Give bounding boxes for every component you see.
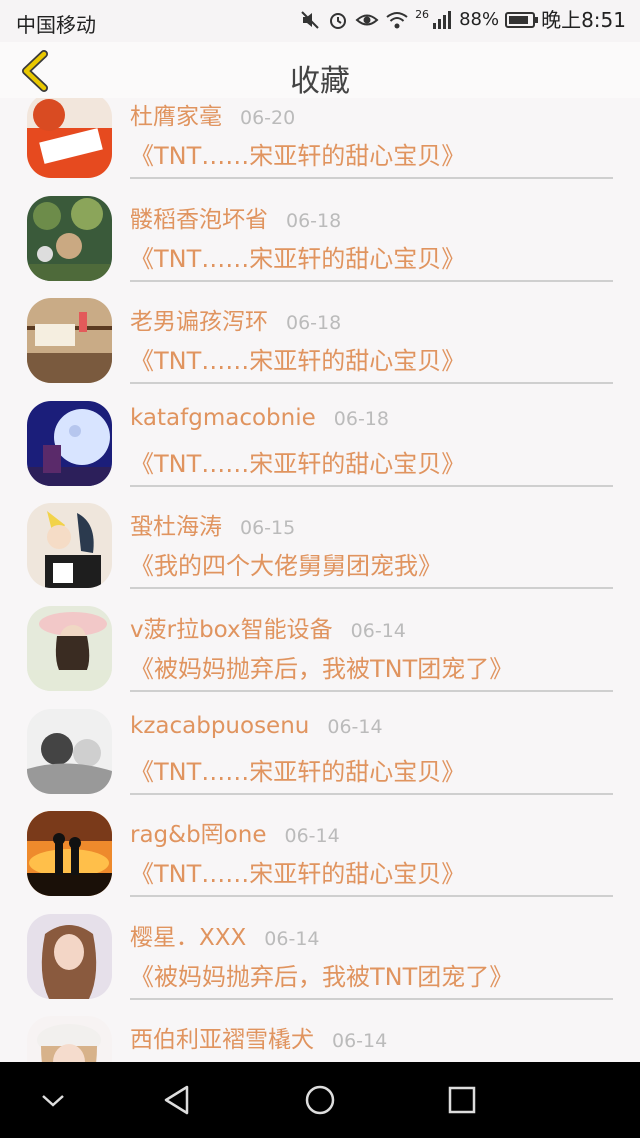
avatar[interactable] bbox=[27, 913, 112, 999]
user-name-text: 蛩杜海涛 bbox=[130, 514, 222, 541]
home-nav-button[interactable] bbox=[300, 1080, 340, 1120]
battery-icon bbox=[505, 12, 539, 28]
favorite-item[interactable]: v菠r拉box智能设备 06-14 《被妈妈抛弃后，我被TNT团宠了》 bbox=[0, 587, 640, 692]
favorite-item[interactable]: rag&b罔one 06-14 《TNT……宋亚轩的甜心宝贝》 bbox=[0, 792, 640, 898]
avatar-image bbox=[27, 98, 112, 178]
user-name[interactable]: katafgmacobnie 06-18 bbox=[130, 405, 389, 431]
avatar-image bbox=[27, 503, 112, 589]
book-title[interactable]: 《TNT……宋亚轩的甜心宝贝》 bbox=[130, 752, 465, 787]
avatar[interactable] bbox=[27, 605, 112, 691]
favorites-list[interactable]: 杜膺家毫 06-20 《TNT……宋亚轩的甜心宝贝》 髅稻香泡坏省 06-18 《TNT…… bbox=[0, 98, 640, 1062]
circle-home-icon bbox=[305, 1085, 335, 1115]
user-name[interactable]: 杜膺家毫 06-20 bbox=[130, 98, 295, 131]
user-name[interactable]: 樱星．XXX 06-14 bbox=[130, 918, 320, 952]
user-name-text: v菠r拉box智能设备 bbox=[130, 616, 333, 643]
user-name[interactable]: 西伯利亚褶雪橇犬 06-14 bbox=[130, 1020, 387, 1054]
user-name[interactable]: rag&b罔one 06-14 bbox=[130, 815, 340, 849]
carrier-name: 中国移动 bbox=[16, 13, 96, 37]
book-title[interactable]: 《TNT……宋亚轩的甜心宝贝》 bbox=[130, 854, 465, 889]
book-title[interactable]: 《我的四个大佬舅舅团宠我》 bbox=[130, 546, 442, 581]
clock: 晚上8:51 bbox=[541, 8, 626, 32]
avatar[interactable] bbox=[27, 98, 112, 178]
favorite-date: 06-18 bbox=[333, 407, 389, 430]
book-title[interactable]: 《TNT……宋亚轩的甜心宝贝》 bbox=[130, 444, 465, 479]
avatar[interactable] bbox=[27, 708, 112, 794]
eye-comfort-icon bbox=[355, 14, 379, 26]
avatar-image bbox=[27, 811, 112, 897]
favorite-date: 06-14 bbox=[350, 619, 406, 642]
favorite-date: 06-14 bbox=[327, 715, 383, 738]
avatar-image bbox=[27, 708, 112, 794]
user-name-text: kzacabpuosenu bbox=[130, 712, 310, 739]
battery-percent: 88% bbox=[459, 9, 500, 30]
chevron-down-icon bbox=[42, 1095, 64, 1107]
favorite-date: 06-14 bbox=[332, 1030, 388, 1053]
recents-nav-button[interactable] bbox=[442, 1080, 482, 1120]
favorite-item[interactable]: kzacabpuosenu 06-14 《TNT……宋亚轩的甜心宝贝》 bbox=[0, 690, 640, 795]
favorite-date: 06-18 bbox=[286, 312, 342, 335]
user-name-text: 老男谝孩泻环 bbox=[130, 309, 268, 336]
avatar[interactable] bbox=[27, 503, 112, 589]
favorite-date: 06-15 bbox=[240, 517, 296, 540]
mute-icon bbox=[301, 11, 319, 29]
page-title: 收藏 bbox=[290, 64, 350, 99]
avatar-image bbox=[27, 913, 112, 999]
book-title[interactable]: 《TNT……宋亚轩的甜心宝贝》 bbox=[130, 136, 465, 171]
network-type: 26 bbox=[415, 8, 430, 21]
favorite-item[interactable]: katafgmacobnie 06-18 《TNT……宋亚轩的甜心宝贝》 bbox=[0, 382, 640, 487]
favorite-item[interactable]: 蛩杜海涛 06-15 《我的四个大佬舅舅团宠我》 bbox=[0, 484, 640, 590]
signal-icon bbox=[433, 11, 452, 29]
back-nav-button[interactable] bbox=[157, 1080, 197, 1120]
favorite-item[interactable]: 老男谝孩泻环 06-18 《TNT……宋亚轩的甜心宝贝》 bbox=[0, 279, 640, 385]
favorite-date: 06-14 bbox=[284, 825, 340, 848]
user-name-text: 西伯利亚褶雪橇犬 bbox=[130, 1027, 314, 1054]
square-recents-icon bbox=[448, 1086, 476, 1114]
status-icons: 26 88% 晚上8:51 bbox=[299, 9, 626, 31]
user-name-text: 杜膺家毫 bbox=[130, 104, 222, 130]
triangle-back-icon bbox=[164, 1085, 189, 1115]
favorite-item[interactable]: 西伯利亚褶雪橇犬06-14《TNT……宋亚轩的甜心宝贝》 bbox=[0, 997, 640, 1062]
title-bar: 收藏 bbox=[0, 42, 640, 99]
user-name-text: katafgmacobnie bbox=[130, 404, 316, 431]
favorite-item[interactable]: 杜膺家毫 06-20 《TNT……宋亚轩的甜心宝贝》 bbox=[0, 98, 640, 179]
user-name[interactable]: 髅稻香泡坏省 06-18 bbox=[130, 200, 341, 234]
alarm-icon bbox=[330, 13, 347, 29]
wifi-icon bbox=[386, 12, 408, 29]
avatar-image bbox=[27, 195, 112, 281]
avatar-image bbox=[27, 400, 112, 486]
favorite-item[interactable]: 髅稻香泡坏省 06-18 《TNT……宋亚轩的甜心宝贝》 bbox=[0, 177, 640, 282]
user-name[interactable]: 蛩杜海涛 06-15 bbox=[130, 507, 295, 541]
user-name-text: 髅稻香泡坏省 bbox=[130, 206, 268, 233]
book-title[interactable]: 《被妈妈抛弃后，我被TNT团宠了》 bbox=[130, 649, 513, 684]
user-name[interactable]: kzacabpuosenu 06-14 bbox=[130, 713, 383, 739]
avatar-image bbox=[27, 298, 112, 384]
favorite-date: 06-20 bbox=[240, 107, 296, 129]
hide-nav-button[interactable] bbox=[33, 1080, 73, 1120]
status-bar: 中国移动 26 88% 晚上8:51 bbox=[0, 0, 640, 42]
user-name[interactable]: v菠r拉box智能设备 06-14 bbox=[130, 610, 406, 644]
book-title[interactable]: 《TNT……宋亚轩的甜心宝贝》 bbox=[130, 341, 465, 376]
favorite-date: 06-14 bbox=[264, 927, 320, 950]
user-name-text: rag&b罔one bbox=[130, 822, 267, 849]
avatar[interactable] bbox=[27, 400, 112, 486]
user-name-text: 樱星．XXX bbox=[130, 924, 247, 951]
favorite-date: 06-18 bbox=[286, 209, 342, 232]
avatar-image bbox=[27, 605, 112, 691]
user-name[interactable]: 老男谝孩泻环 06-18 bbox=[130, 302, 341, 336]
avatar[interactable] bbox=[27, 811, 112, 897]
avatar[interactable] bbox=[27, 298, 112, 384]
book-title[interactable]: 《TNT……宋亚轩的甜心宝贝》 bbox=[130, 239, 465, 274]
system-nav-bar bbox=[0, 1062, 640, 1138]
avatar[interactable] bbox=[27, 195, 112, 281]
avatar-image bbox=[27, 1016, 112, 1062]
favorite-item[interactable]: 樱星．XXX 06-14 《被妈妈抛弃后，我被TNT团宠了》 bbox=[0, 895, 640, 1000]
avatar[interactable] bbox=[27, 1016, 112, 1062]
book-title[interactable]: 《被妈妈抛弃后，我被TNT团宠了》 bbox=[130, 957, 513, 992]
